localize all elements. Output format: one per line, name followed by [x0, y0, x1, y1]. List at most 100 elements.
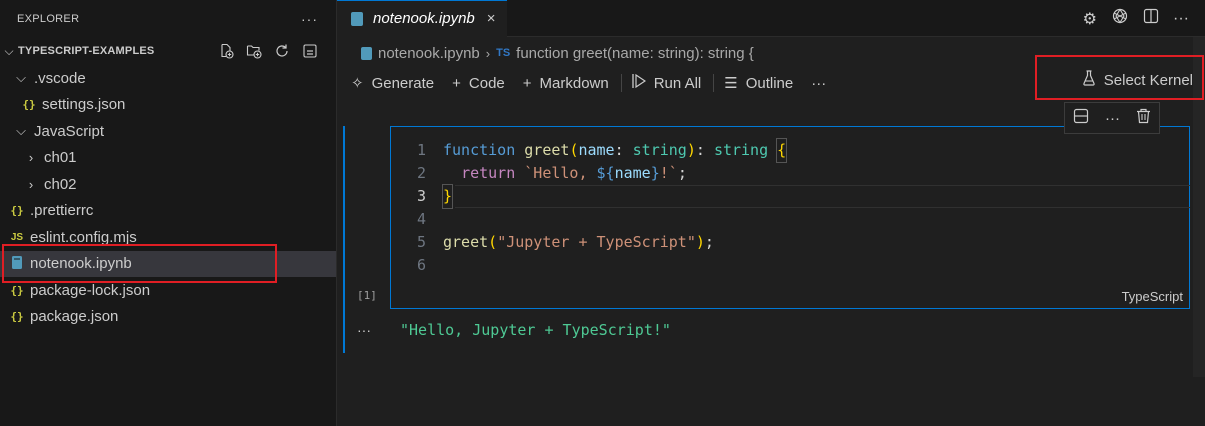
- list-icon: ☰: [724, 75, 738, 92]
- code-line: 2 return `Hello, ${name} !`;: [391, 162, 786, 185]
- add-code-button[interactable]: + Code: [452, 75, 505, 92]
- tree-item-label: .vscode: [34, 69, 86, 87]
- code-line: 4: [391, 208, 786, 231]
- line-number: 3: [416, 187, 426, 205]
- notebook-editor: notenook.ipynb × ⚙ ··· notenook.ipynb › …: [337, 0, 1205, 426]
- chevron-down-icon: ⌵: [16, 123, 26, 139]
- breadcrumb-symbol[interactable]: function greet(name: string): string {: [516, 45, 754, 62]
- generate-label: Generate: [371, 74, 435, 92]
- chevron-right-icon: ›: [28, 150, 34, 166]
- tree-item-label: ch01: [44, 149, 77, 167]
- chevron-right-icon: ›: [485, 45, 491, 61]
- toolbar-more-button[interactable]: ···: [811, 75, 826, 92]
- collapse-all-icon[interactable]: [302, 43, 318, 59]
- outline-label: Outline: [745, 74, 794, 92]
- ellipsis-icon: ···: [811, 74, 827, 92]
- cell-language-label[interactable]: TypeScript: [1122, 289, 1183, 304]
- line-number: 6: [416, 256, 426, 274]
- code-line: 3}: [391, 184, 786, 209]
- cell-output: "Hello, Jupyter + TypeScript!": [400, 321, 671, 339]
- tree-item-vscode[interactable]: ⌵ .vscode: [0, 65, 336, 92]
- split-cell-icon[interactable]: [1073, 108, 1089, 128]
- notebook-file-icon: [361, 46, 372, 60]
- tree-item-label: ch02: [44, 175, 77, 193]
- notebook-file-icon: [351, 11, 363, 26]
- code-line: 6: [391, 254, 786, 277]
- tree-item-package-json[interactable]: {} package.json: [0, 304, 336, 331]
- new-folder-icon[interactable]: [246, 43, 262, 59]
- javascript-file-icon: JS: [10, 231, 24, 243]
- more-actions-icon[interactable]: ···: [1105, 110, 1120, 127]
- openai-icon[interactable]: [1111, 7, 1129, 30]
- tree-item-eslint-config[interactable]: JS eslint.config.mjs: [0, 224, 336, 251]
- tree-item-label: notenook.ipynb: [30, 255, 132, 273]
- close-icon[interactable]: ×: [487, 10, 496, 27]
- refresh-icon[interactable]: [274, 43, 290, 59]
- tree-item-prettierrc[interactable]: {} .prettierrc: [0, 198, 336, 225]
- code-cell[interactable]: 1 function greet(name: string): string { …: [390, 126, 1190, 309]
- sparkle-icon: ✧: [351, 75, 364, 92]
- execution-count: [1]: [357, 289, 377, 302]
- select-kernel-button[interactable]: Select Kernel: [1082, 70, 1193, 90]
- ellipsis-icon[interactable]: ···: [301, 11, 318, 27]
- tree-item-javascript[interactable]: ⌵ JavaScript: [0, 118, 336, 145]
- notebook-toolbar: ✧ Generate + Code + Markdown Run All ☰ O…: [337, 69, 1205, 97]
- tree-item-ch02[interactable]: › ch02: [0, 171, 336, 198]
- json-file-icon: {}: [10, 310, 24, 324]
- chevron-down-icon: ⌵: [16, 70, 26, 86]
- explorer-actions: [218, 43, 336, 59]
- run-all-button[interactable]: Run All: [632, 73, 702, 93]
- tree-item-label: eslint.config.mjs: [30, 228, 137, 246]
- explorer-header: EXPLORER ···: [0, 0, 336, 37]
- cell-toolbar: ···: [1064, 102, 1160, 134]
- more-actions-icon[interactable]: ···: [1173, 10, 1189, 28]
- workspace-name: TYPESCRIPT-EXAMPLES: [18, 45, 155, 57]
- run-all-icon: [632, 73, 646, 93]
- trash-icon[interactable]: [1136, 108, 1151, 128]
- workspace-section-header[interactable]: ⌵ TYPESCRIPT-EXAMPLES: [0, 37, 336, 65]
- tab-label: notenook.ipynb: [373, 10, 475, 27]
- tree-item-label: package-lock.json: [30, 281, 151, 299]
- tree-item-package-lock[interactable]: {} package-lock.json: [0, 277, 336, 304]
- code-line: 1 function greet(name: string): string {: [391, 138, 788, 163]
- tree-item-ch01[interactable]: › ch01: [0, 145, 336, 172]
- output-more-icon[interactable]: ···: [357, 322, 371, 338]
- typescript-icon: TS: [496, 47, 511, 59]
- json-file-icon: {}: [10, 204, 24, 218]
- select-kernel-label: Select Kernel: [1103, 71, 1193, 89]
- chevron-down-icon: ⌵: [4, 43, 14, 58]
- line-number: 1: [416, 141, 426, 159]
- new-file-icon[interactable]: [218, 43, 234, 59]
- line-number: 2: [416, 164, 426, 182]
- add-markdown-button[interactable]: + Markdown: [523, 75, 609, 92]
- chevron-right-icon: ›: [28, 176, 34, 192]
- breadcrumb: notenook.ipynb › TS function greet(name:…: [337, 37, 1205, 69]
- code-editor[interactable]: 1 function greet(name: string): string { …: [391, 138, 788, 277]
- json-file-icon: {}: [10, 283, 24, 297]
- code-line: 5 greet("Jupyter + TypeScript");: [391, 231, 786, 254]
- tree-item-label: .prettierrc: [30, 202, 94, 220]
- tree-item-notebook[interactable]: notenook.ipynb: [0, 250, 336, 277]
- tree-item-settings-json[interactable]: {} settings.json: [0, 92, 336, 119]
- tab-notebook[interactable]: notenook.ipynb ×: [337, 0, 507, 37]
- notebook-file-icon: [8, 255, 26, 272]
- run-all-label: Run All: [653, 74, 702, 92]
- toolbar-divider: [620, 74, 622, 92]
- toolbar-divider: [713, 74, 715, 92]
- settings-gear-icon[interactable]: ⚙: [1083, 9, 1097, 29]
- explorer-sidebar: EXPLORER ··· ⌵ TYPESCRIPT-EXAMPLES ⌵ .vs…: [0, 0, 337, 426]
- outline-button[interactable]: ☰ Outline: [724, 74, 794, 93]
- line-number: 5: [416, 233, 426, 251]
- tab-bar: notenook.ipynb × ⚙ ···: [337, 0, 1205, 37]
- plus-icon: +: [522, 74, 532, 92]
- flask-icon: [1082, 70, 1096, 90]
- code-label: Code: [468, 74, 505, 92]
- split-editor-icon[interactable]: [1143, 8, 1159, 29]
- editor-actions: ⚙ ···: [1083, 0, 1189, 37]
- tree-item-label: JavaScript: [34, 122, 105, 140]
- generate-button[interactable]: ✧ Generate: [351, 74, 435, 93]
- editor-scrollbar[interactable]: [1193, 37, 1205, 377]
- json-file-icon: {}: [22, 98, 36, 112]
- explorer-title: EXPLORER: [17, 12, 80, 25]
- breadcrumb-file[interactable]: notenook.ipynb: [378, 45, 480, 62]
